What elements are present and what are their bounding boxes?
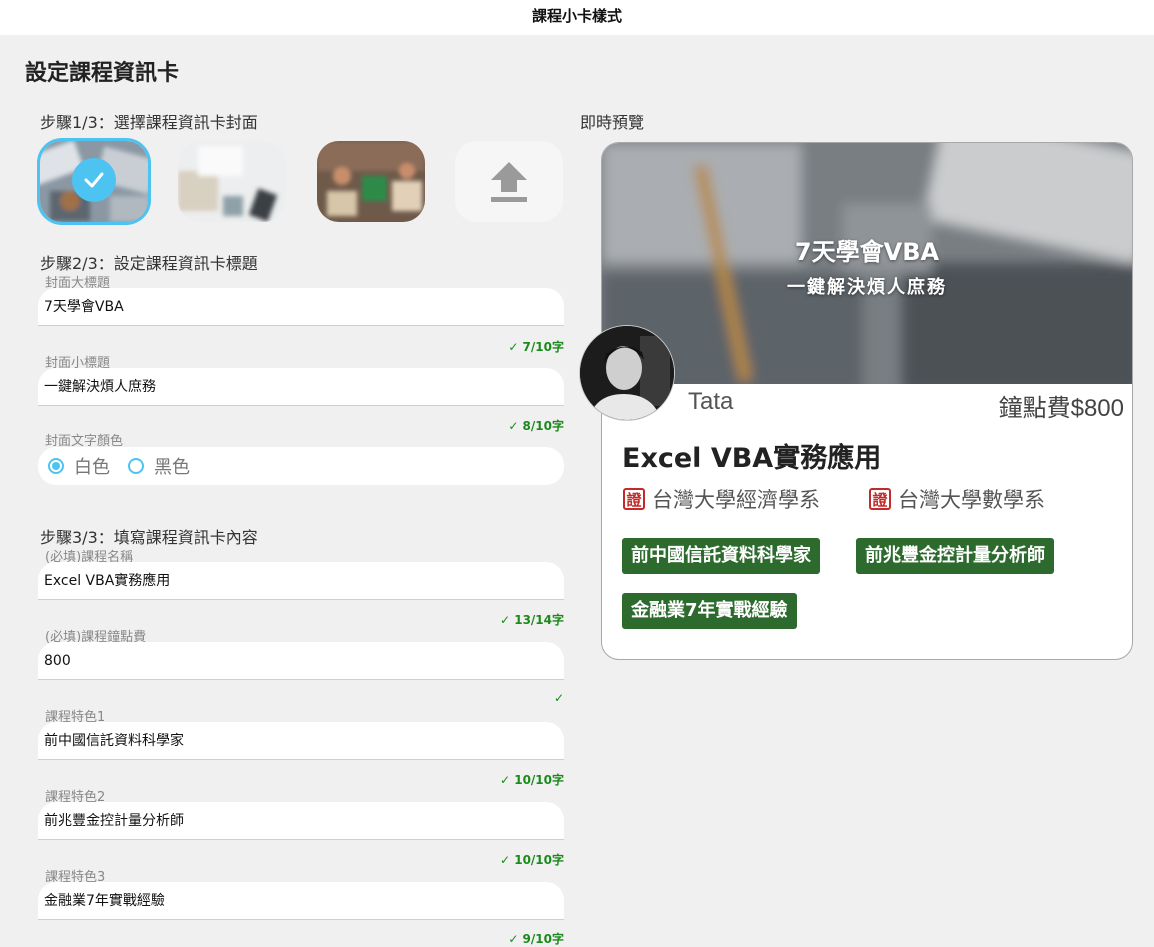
cover-title: 7天學會VBA bbox=[794, 238, 940, 266]
feature1-counter: ✓ 10/10字 bbox=[499, 773, 564, 787]
feature-tag-3: 金融業7年實戰經驗 bbox=[622, 593, 797, 629]
main-title-input[interactable]: 7天學會VBA bbox=[38, 288, 564, 326]
fee-counter: ✓ bbox=[553, 691, 564, 705]
feature3-input[interactable]: 金融業7年實戰經驗 bbox=[38, 882, 564, 920]
course-card-preview: 7天學會VBA 一鍵解決煩人庶務 Tata 鐘點費$800 bbox=[601, 142, 1133, 660]
cert-2: 證 台灣大學數學系 bbox=[869, 484, 1045, 514]
course-name-input[interactable]: Excel VBA實務應用 bbox=[38, 562, 564, 600]
avatar-photo bbox=[580, 326, 674, 420]
cover-subtitle: 一鍵解決煩人庶務 bbox=[787, 277, 947, 298]
selected-check-icon bbox=[72, 158, 116, 202]
radio-white[interactable]: 白色 bbox=[48, 453, 110, 479]
window-title: 課程小卡樣式 bbox=[0, 0, 1154, 35]
fee-text: 鐘點費$800 bbox=[998, 395, 1124, 422]
feature3-counter: ✓ 9/10字 bbox=[508, 932, 564, 946]
cover-option-3[interactable] bbox=[317, 141, 425, 222]
step2-label: 步驟2/3：設定課程資訊卡標題 bbox=[40, 254, 258, 273]
text-color-radio-group: 白色 黑色 bbox=[38, 447, 564, 485]
cover-image-2 bbox=[178, 141, 286, 222]
cert-1-text: 台灣大學經濟學系 bbox=[652, 488, 820, 512]
feature2-counter: ✓ 10/10字 bbox=[499, 853, 564, 867]
card-cover: 7天學會VBA 一鍵解決煩人庶務 bbox=[602, 143, 1132, 384]
radio-black[interactable]: 黑色 bbox=[128, 453, 190, 479]
course-name-counter: ✓ 13/14字 bbox=[499, 613, 564, 627]
cover-option-1[interactable] bbox=[40, 141, 148, 222]
feature1-input[interactable]: 前中國信託資料科學家 bbox=[38, 722, 564, 760]
radio-white-label: 白色 bbox=[74, 457, 110, 478]
feature2-input[interactable]: 前兆豐金控計量分析師 bbox=[38, 802, 564, 840]
sub-title-counter: ✓ 8/10字 bbox=[508, 419, 564, 433]
fee-input[interactable]: 800 bbox=[38, 642, 564, 680]
upload-cover-button[interactable] bbox=[455, 141, 563, 222]
radio-unchecked-icon bbox=[128, 458, 144, 474]
step1-label: 步驟1/3：選擇課程資訊卡封面 bbox=[40, 113, 258, 132]
radio-checked-icon bbox=[48, 458, 64, 474]
cert-1: 證 台灣大學經濟學系 bbox=[623, 484, 820, 514]
preview-label: 即時預覽 bbox=[580, 113, 645, 132]
radio-black-label: 黑色 bbox=[154, 457, 190, 478]
main-title-counter: ✓ 7/10字 bbox=[508, 340, 564, 354]
upload-icon bbox=[491, 161, 527, 202]
avatar bbox=[579, 325, 675, 421]
feature-tag-1: 前中國信託資料科學家 bbox=[622, 538, 820, 574]
cover-option-2[interactable] bbox=[178, 141, 286, 222]
teacher-name: Tata bbox=[688, 388, 734, 415]
cert-2-text: 台灣大學數學系 bbox=[898, 488, 1045, 512]
sub-title-input[interactable]: 一鍵解決煩人庶務 bbox=[38, 368, 564, 406]
teacher-strip: Tata 鐘點費$800 bbox=[602, 384, 1132, 422]
certificate-icon: 證 bbox=[623, 488, 645, 510]
page-title: 設定課程資訊卡 bbox=[25, 61, 180, 86]
step3-label: 步驟3/3：填寫課程資訊卡內容 bbox=[40, 528, 258, 547]
cover-image-3 bbox=[317, 141, 425, 222]
preview-course-name: Excel VBA實務應用 bbox=[622, 443, 882, 474]
feature-tag-2: 前兆豐金控計量分析師 bbox=[856, 538, 1054, 574]
certificate-icon: 證 bbox=[869, 488, 891, 510]
